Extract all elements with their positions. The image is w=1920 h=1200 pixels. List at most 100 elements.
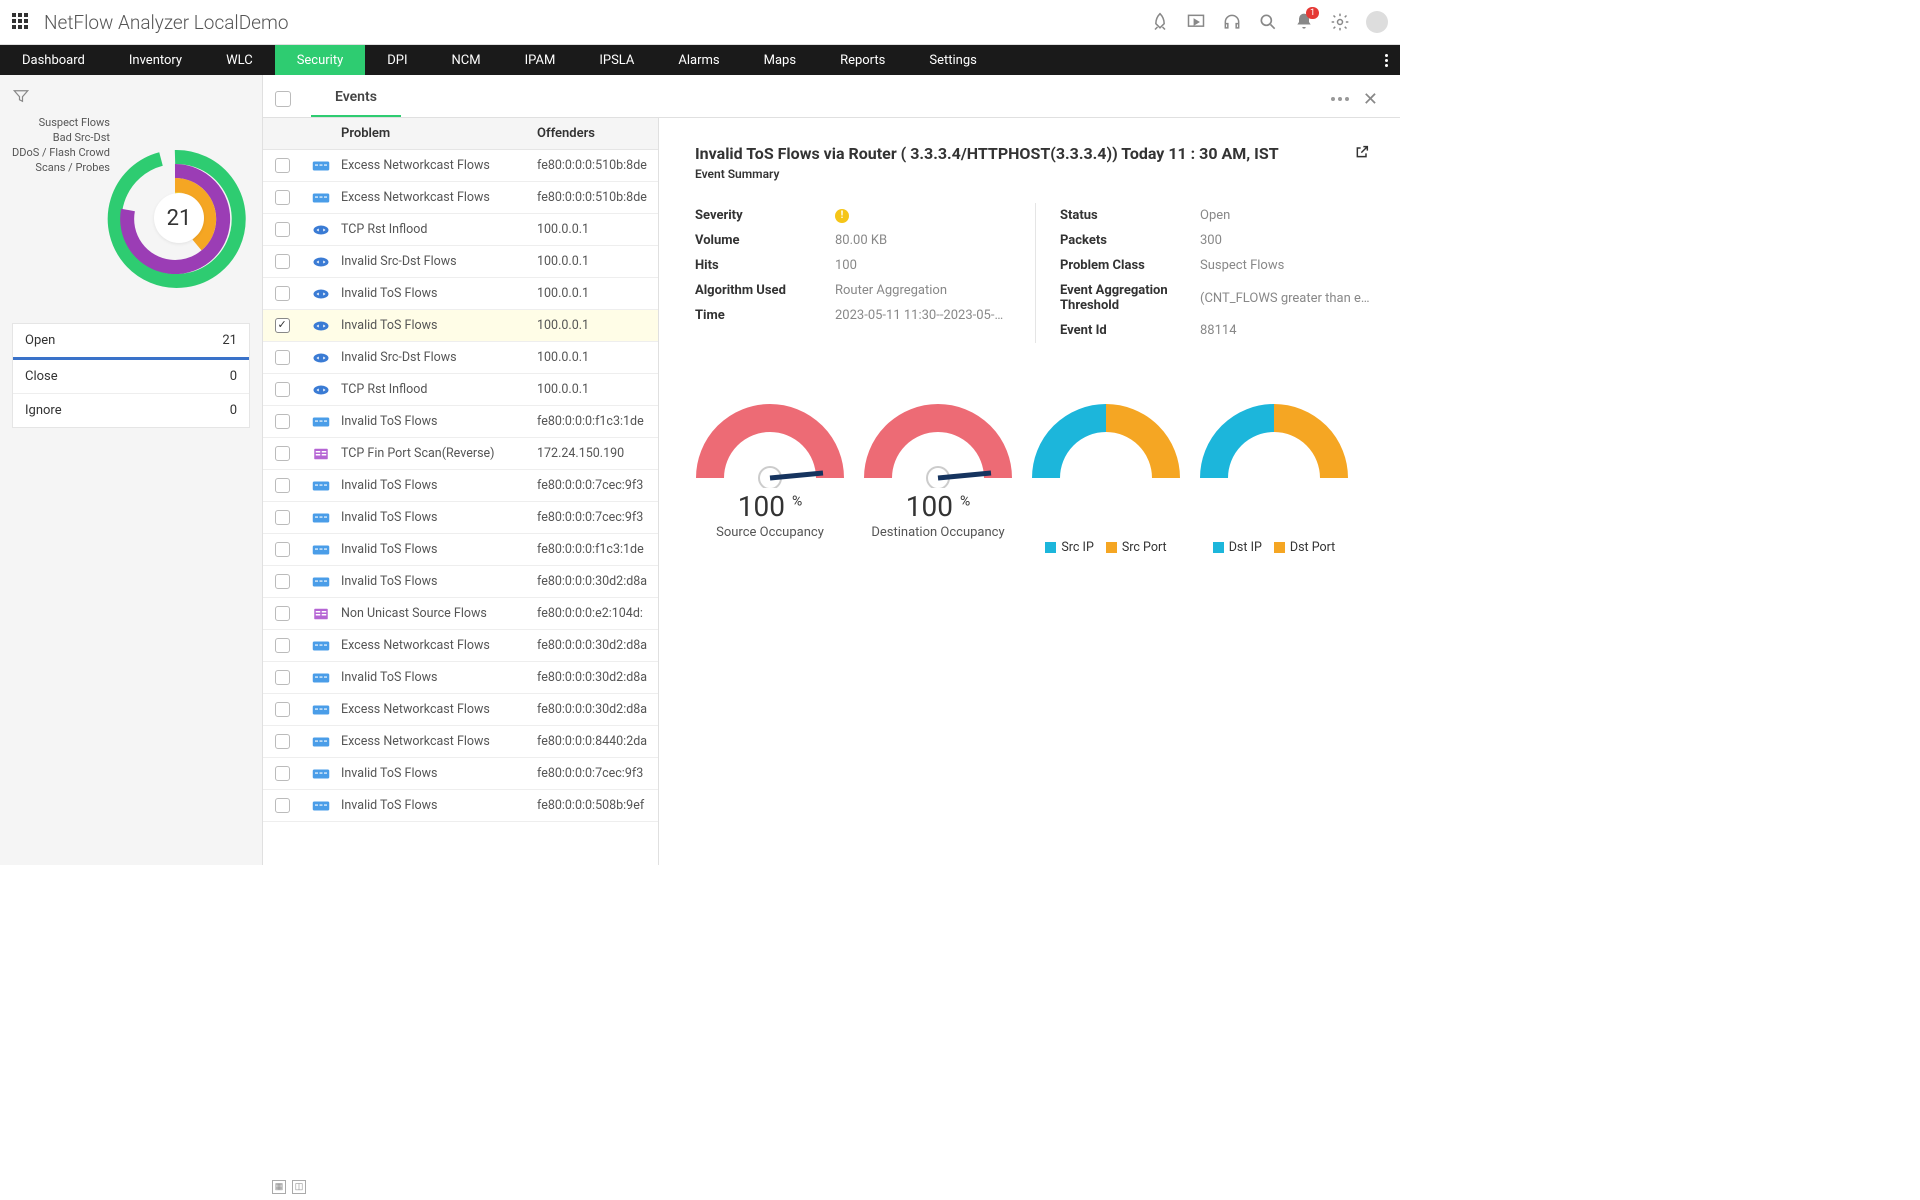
event-row[interactable]: Excess Networkcast Flowsfe80:0:0:0:510b:…	[263, 150, 658, 182]
app-launcher-icon[interactable]	[12, 13, 30, 31]
row-checkbox[interactable]	[275, 542, 290, 557]
headset-icon[interactable]	[1222, 12, 1242, 32]
info-label: Event Id	[1060, 323, 1200, 338]
grid-view-icon[interactable]: ▦	[272, 1180, 286, 1194]
info-row: Hits100	[695, 253, 1005, 278]
info-value: Suspect Flows	[1200, 258, 1284, 273]
event-problem: TCP Fin Port Scan(Reverse)	[341, 446, 537, 461]
nav-overflow-icon[interactable]	[1385, 45, 1400, 75]
nav-reports[interactable]: Reports	[818, 45, 907, 75]
row-checkbox[interactable]	[275, 574, 290, 589]
info-value: Open	[1200, 208, 1230, 223]
row-checkbox[interactable]	[275, 286, 290, 301]
device-icon	[301, 799, 341, 813]
info-row: Time2023-05-11 11:30--2023-05-…	[695, 303, 1005, 328]
row-checkbox[interactable]	[275, 478, 290, 493]
device-icon	[301, 383, 341, 397]
event-row[interactable]: Invalid ToS Flowsfe80:0:0:0:7cec:9f3	[263, 502, 658, 534]
event-row[interactable]: Excess Networkcast Flowsfe80:0:0:0:30d2:…	[263, 630, 658, 662]
row-checkbox[interactable]	[275, 670, 290, 685]
event-row[interactable]: Excess Networkcast Flowsfe80:0:0:0:8440:…	[263, 726, 658, 758]
security-donut-chart: Suspect Flows Bad Src-Dst DDoS / Flash C…	[12, 115, 250, 315]
event-row[interactable]: Excess Networkcast Flowsfe80:0:0:0:30d2:…	[263, 694, 658, 726]
filter-icon[interactable]	[12, 87, 30, 105]
select-all-checkbox[interactable]	[275, 91, 291, 107]
top-bar: NetFlow Analyzer LocalDemo 1	[0, 0, 1400, 45]
event-row[interactable]: TCP Fin Port Scan(Reverse)172.24.150.190	[263, 438, 658, 470]
event-row[interactable]: Excess Networkcast Flowsfe80:0:0:0:510b:…	[263, 182, 658, 214]
nav-ipsla[interactable]: IPSLA	[577, 45, 656, 75]
event-offender: fe80:0:0:0:f1c3:1de	[537, 414, 658, 429]
row-checkbox[interactable]	[275, 766, 290, 781]
event-problem: Non Unicast Source Flows	[341, 606, 537, 621]
search-icon[interactable]	[1258, 12, 1278, 32]
event-row[interactable]: Invalid ToS Flowsfe80:0:0:0:7cec:9f3	[263, 470, 658, 502]
event-problem: TCP Rst Inflood	[341, 222, 537, 237]
row-checkbox[interactable]	[275, 382, 290, 397]
nav-maps[interactable]: Maps	[742, 45, 818, 75]
bell-icon[interactable]: 1	[1294, 12, 1314, 32]
event-row[interactable]: Invalid ToS Flowsfe80:0:0:0:30d2:d8a	[263, 662, 658, 694]
legend-swatch	[1106, 542, 1117, 553]
tab-events[interactable]: Events	[311, 81, 401, 117]
nav-ipam[interactable]: IPAM	[503, 45, 578, 75]
nav-ncm[interactable]: NCM	[430, 45, 503, 75]
row-checkbox[interactable]	[275, 254, 290, 269]
popout-icon[interactable]	[1354, 144, 1370, 160]
source-occupancy-gauge: 100 % Source Occupancy	[695, 393, 845, 540]
row-checkbox[interactable]	[275, 446, 290, 461]
row-checkbox[interactable]	[275, 606, 290, 621]
event-row[interactable]: TCP Rst Inflood100.0.0.1	[263, 214, 658, 246]
nav-security[interactable]: Security	[275, 45, 366, 75]
row-checkbox[interactable]	[275, 510, 290, 525]
status-open[interactable]: Open21	[13, 324, 249, 360]
event-row[interactable]: Invalid ToS Flowsfe80:0:0:0:7cec:9f3	[263, 758, 658, 790]
event-offender: 100.0.0.1	[537, 254, 658, 269]
row-checkbox[interactable]	[275, 158, 290, 173]
event-row[interactable]: Invalid ToS Flowsfe80:0:0:0:508b:9ef	[263, 790, 658, 822]
row-checkbox[interactable]	[275, 318, 290, 333]
event-row[interactable]: TCP Rst Inflood100.0.0.1	[263, 374, 658, 406]
nav-dashboard[interactable]: Dashboard	[0, 45, 107, 75]
rocket-icon[interactable]	[1150, 12, 1170, 32]
nav-alarms[interactable]: Alarms	[656, 45, 741, 75]
event-row[interactable]: Invalid ToS Flowsfe80:0:0:0:f1c3:1de	[263, 406, 658, 438]
row-checkbox[interactable]	[275, 190, 290, 205]
nav-settings[interactable]: Settings	[907, 45, 998, 75]
gear-icon[interactable]	[1330, 12, 1350, 32]
row-checkbox[interactable]	[275, 798, 290, 813]
event-row[interactable]: Invalid ToS Flowsfe80:0:0:0:f1c3:1de	[263, 534, 658, 566]
nav-inventory[interactable]: Inventory	[107, 45, 204, 75]
bottom-status-icons: ▦ ◫	[272, 1180, 306, 1194]
event-row[interactable]: Invalid ToS Flows100.0.0.1	[263, 310, 658, 342]
event-problem: Invalid ToS Flows	[341, 766, 537, 781]
event-row[interactable]: Invalid ToS Flowsfe80:0:0:0:30d2:d8a	[263, 566, 658, 598]
event-row[interactable]: Invalid Src-Dst Flows100.0.0.1	[263, 246, 658, 278]
event-row[interactable]: Invalid ToS Flows100.0.0.1	[263, 278, 658, 310]
row-checkbox[interactable]	[275, 702, 290, 717]
nav-dpi[interactable]: DPI	[365, 45, 429, 75]
status-close[interactable]: Close0	[13, 360, 249, 394]
present-icon[interactable]	[1186, 12, 1206, 32]
more-actions-icon[interactable]	[1331, 97, 1349, 101]
event-row[interactable]: Non Unicast Source Flowsfe80:0:0:0:e2:10…	[263, 598, 658, 630]
avatar[interactable]	[1366, 11, 1388, 33]
device-icon	[301, 479, 341, 493]
row-checkbox[interactable]	[275, 414, 290, 429]
event-offender: fe80:0:0:0:30d2:d8a	[537, 702, 658, 717]
device-icon	[301, 575, 341, 589]
event-row[interactable]: Invalid Src-Dst Flows100.0.0.1	[263, 342, 658, 374]
src-ip-port-donut: Src IP Src Port	[1031, 393, 1181, 555]
list-view-icon[interactable]: ◫	[292, 1180, 306, 1194]
event-offender: 172.24.150.190	[537, 446, 658, 461]
close-icon[interactable]: ✕	[1359, 89, 1382, 110]
row-checkbox[interactable]	[275, 638, 290, 653]
row-checkbox[interactable]	[275, 734, 290, 749]
event-problem: TCP Rst Inflood	[341, 382, 537, 397]
row-checkbox[interactable]	[275, 350, 290, 365]
row-checkbox[interactable]	[275, 222, 290, 237]
info-row: StatusOpen	[1060, 203, 1370, 228]
nav-wlc[interactable]: WLC	[204, 45, 275, 75]
event-list: Problem Offenders Excess Networkcast Flo…	[263, 118, 659, 865]
status-ignore[interactable]: Ignore0	[13, 394, 249, 427]
